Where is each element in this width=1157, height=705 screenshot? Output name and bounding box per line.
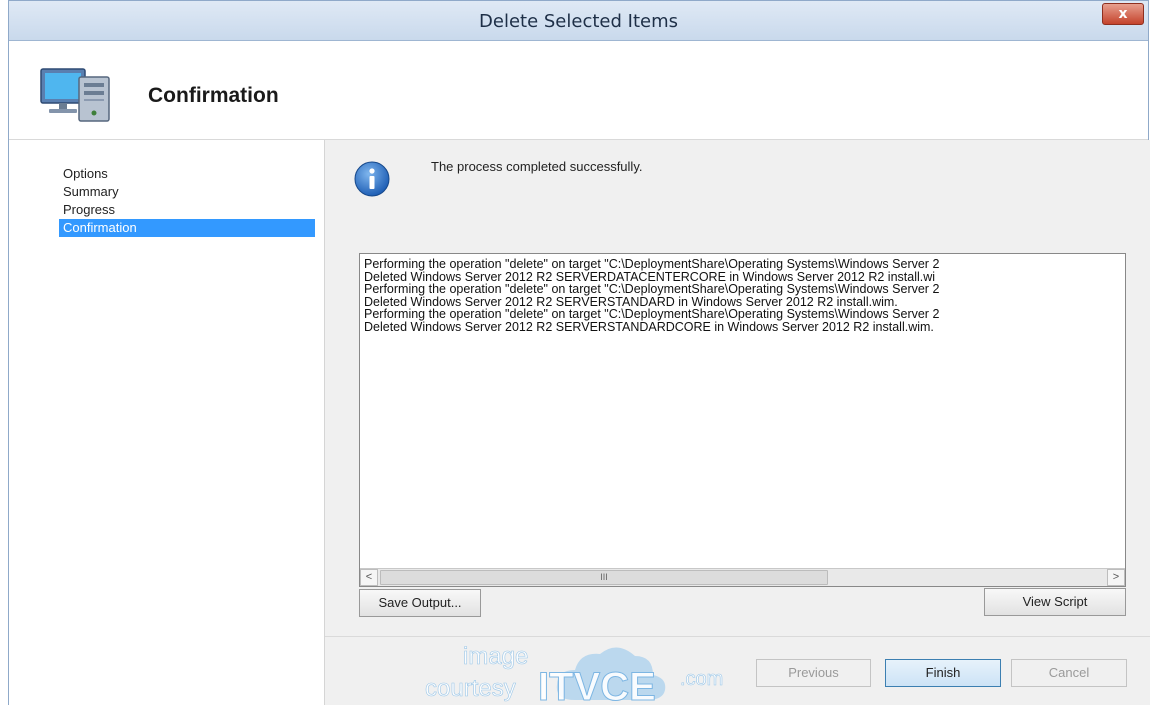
- horizontal-scrollbar[interactable]: < III >: [360, 568, 1125, 586]
- log-line: Deleted Windows Server 2012 R2 SERVERSTA…: [364, 319, 934, 333]
- sidebar-item-confirmation[interactable]: Confirmation: [59, 219, 315, 237]
- sidebar-item-progress[interactable]: Progress: [59, 201, 315, 219]
- log-line: Performing the operation "delete" on tar…: [364, 282, 940, 296]
- info-icon: [354, 161, 390, 197]
- scroll-left-arrow[interactable]: <: [360, 569, 378, 586]
- log-line: Performing the operation "delete" on tar…: [364, 258, 940, 271]
- previous-button[interactable]: Previous: [756, 659, 871, 687]
- cancel-button[interactable]: Cancel: [1011, 659, 1127, 687]
- main-content: The process completed successfully. Perf…: [325, 140, 1150, 636]
- scroll-right-arrow[interactable]: >: [1107, 569, 1125, 586]
- close-button[interactable]: x: [1102, 3, 1144, 25]
- dialog-window: Delete Selected Items x Confirmation Opt…: [8, 0, 1150, 705]
- scroll-thumb[interactable]: III: [380, 570, 828, 585]
- wizard-steps-sidebar: Options Summary Progress Confirmation: [9, 140, 325, 705]
- status-message: The process completed successfully.: [431, 159, 643, 174]
- view-script-button[interactable]: View Script: [984, 588, 1126, 616]
- sidebar-item-options[interactable]: Options: [59, 165, 315, 183]
- page-header: Confirmation: [9, 41, 1148, 140]
- log-line: Performing the operation "delete" on tar…: [364, 307, 940, 321]
- output-log-text: Performing the operation "delete" on tar…: [364, 258, 1124, 333]
- window-title: Delete Selected Items: [479, 11, 678, 32]
- computer-icon: [40, 68, 110, 122]
- save-output-button[interactable]: Save Output...: [359, 589, 481, 617]
- title-bar[interactable]: Delete Selected Items x: [9, 1, 1148, 41]
- finish-button[interactable]: Finish: [885, 659, 1001, 687]
- page-title: Confirmation: [148, 84, 279, 107]
- output-log[interactable]: Performing the operation "delete" on tar…: [359, 253, 1126, 587]
- sidebar-item-summary[interactable]: Summary: [59, 183, 315, 201]
- wizard-footer: Previous Finish Cancel: [325, 636, 1150, 705]
